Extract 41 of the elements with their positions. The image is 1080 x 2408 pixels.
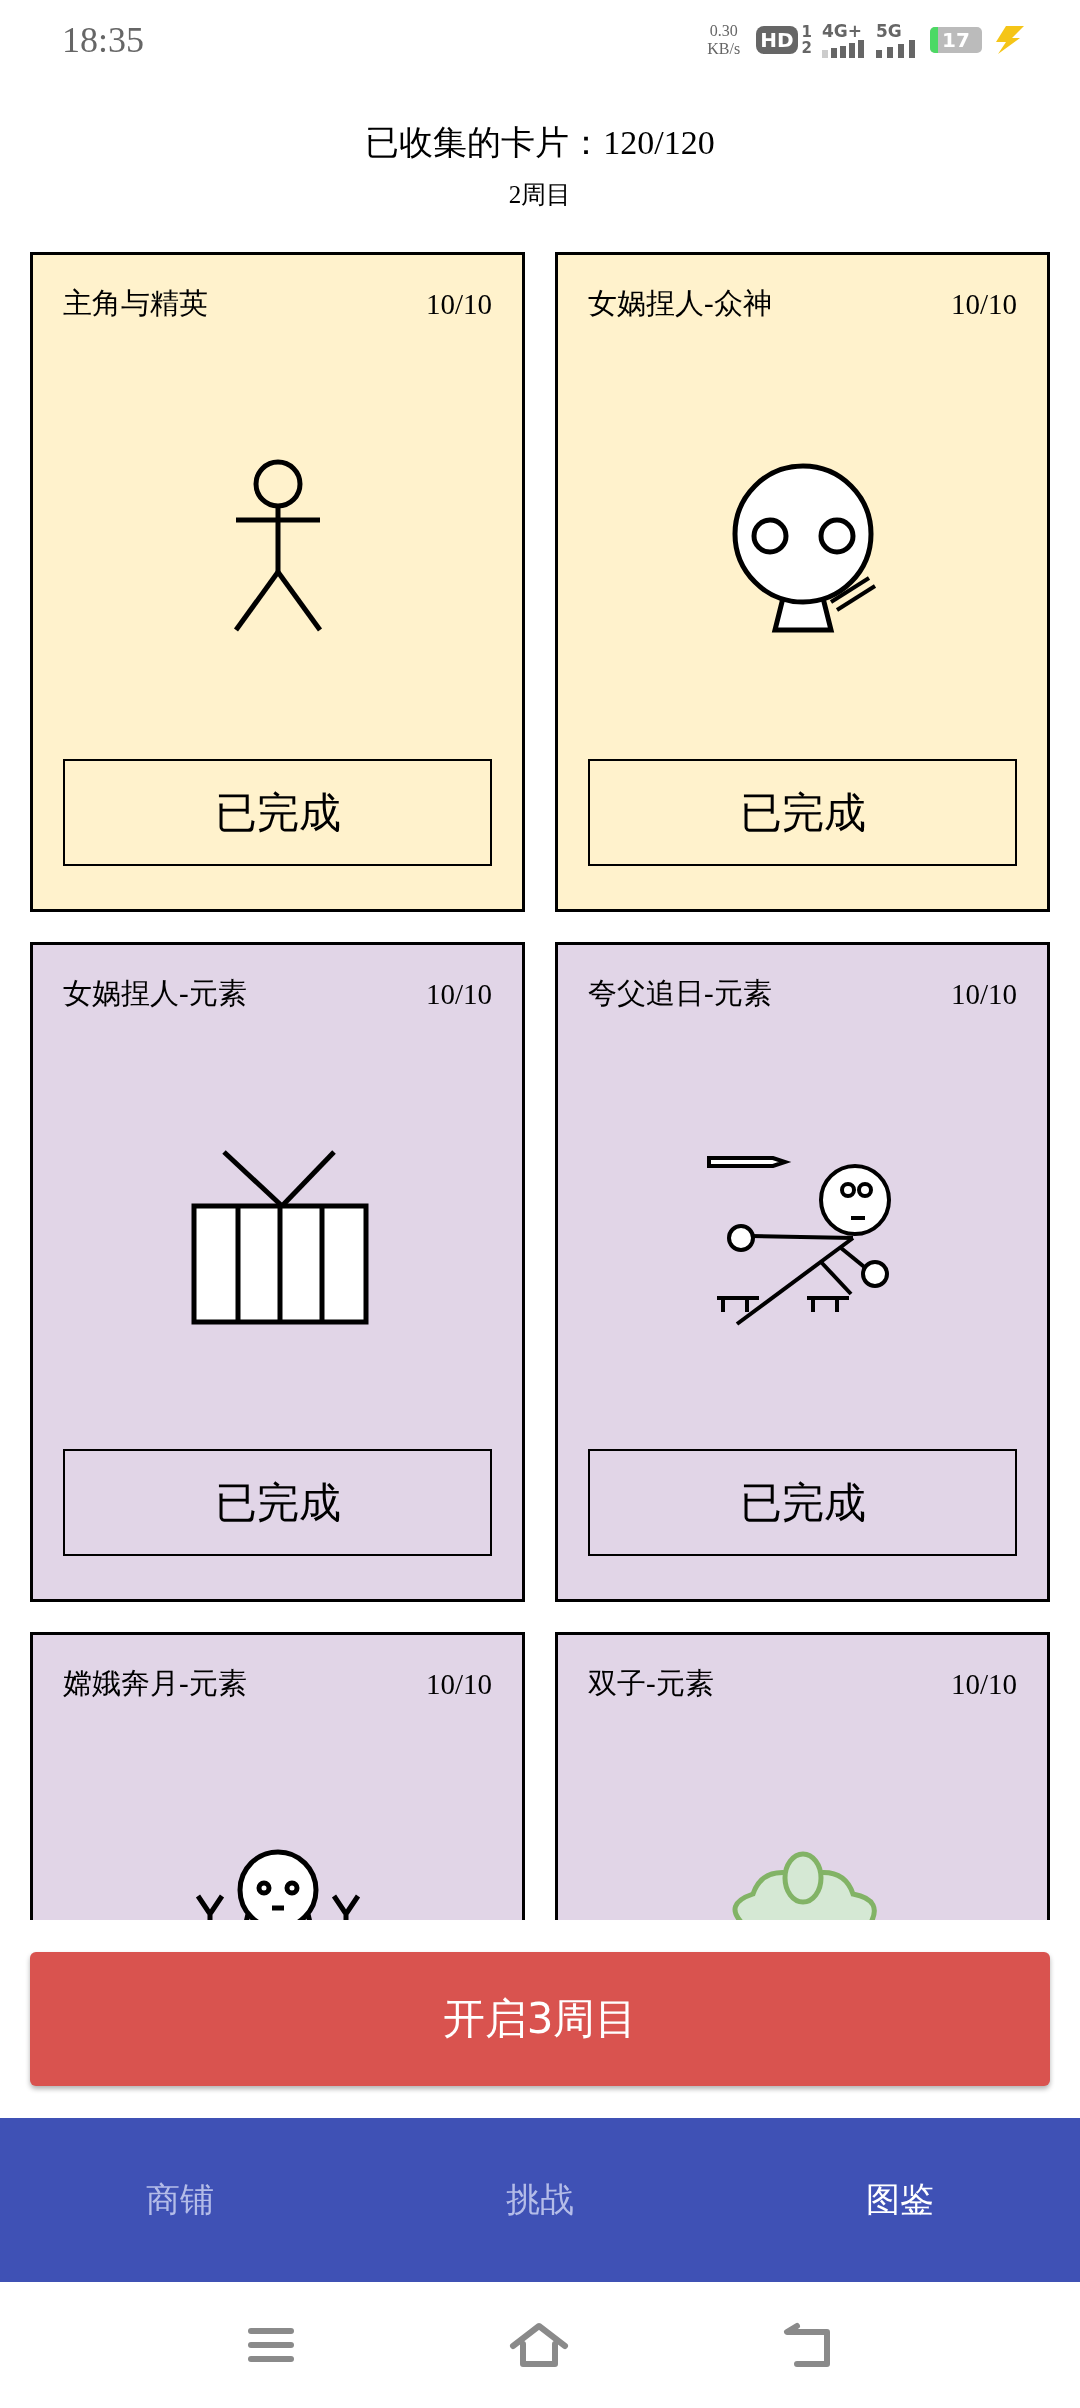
card-title: 女娲捏人-元素 [63,976,247,1011]
start-round-button[interactable]: 开启3周目 [30,1952,1050,2086]
nav-tab[interactable]: 图鉴 [720,2118,1080,2282]
card-title: 嫦娥奔月-元素 [63,1666,247,1701]
collection-card[interactable]: 女娲捏人-众神 10/10 已完成 [555,252,1050,912]
card-title: 双子-元素 [588,1666,714,1701]
card-count: 10/10 [425,1667,492,1701]
round-label: 2周目 [508,180,572,210]
collection-card[interactable]: 女娲捏人-元素 10/10 已完成 [30,942,525,1602]
card-count: 10/10 [425,287,492,321]
card-count: 10/10 [950,1667,1017,1701]
collection-card[interactable]: 主角与精英 10/10 已完成 [30,252,525,912]
nav-tab[interactable]: 商铺 [0,2118,360,2282]
back-icon[interactable] [783,2322,833,2368]
completed-status: 已完成 [588,759,1017,866]
collection-card[interactable]: 嫦娥奔月-元素 10/10 [30,1632,525,1920]
collection-title: 已收集的卡片：120/120 [365,123,715,163]
signal-icon [822,40,866,58]
sim-slot: 2 [801,40,812,56]
sim-slot: 1 [801,24,812,40]
completed-status: 已完成 [63,759,492,866]
card-title: 夸父追日-元素 [588,976,772,1011]
battery-icon: 17 [930,27,982,53]
card-title: 女娲捏人-众神 [588,286,772,321]
completed-status: 已完成 [63,1449,492,1556]
completed-status: 已完成 [588,1449,1017,1556]
network-speed-unit: KB/s [707,40,741,58]
network-type: 5G [876,22,902,40]
network-type: 4G+ [822,22,863,40]
card-count: 10/10 [950,977,1017,1011]
collection-card[interactable]: 双子-元素 10/10 [555,1632,1050,1920]
collection-card[interactable]: 夸父追日-元素 10/10 已完成 [555,942,1050,1602]
nav-tab[interactable]: 挑战 [360,2118,720,2282]
hd-badge: HD [756,26,798,54]
card-title: 主角与精英 [63,286,208,321]
home-icon[interactable] [509,2322,569,2368]
menu-icon[interactable] [247,2325,295,2365]
network-speed: 0.30 [709,22,738,40]
status-time: 18:35 [62,19,144,61]
card-count: 10/10 [950,287,1017,321]
card-count: 10/10 [425,977,492,1011]
